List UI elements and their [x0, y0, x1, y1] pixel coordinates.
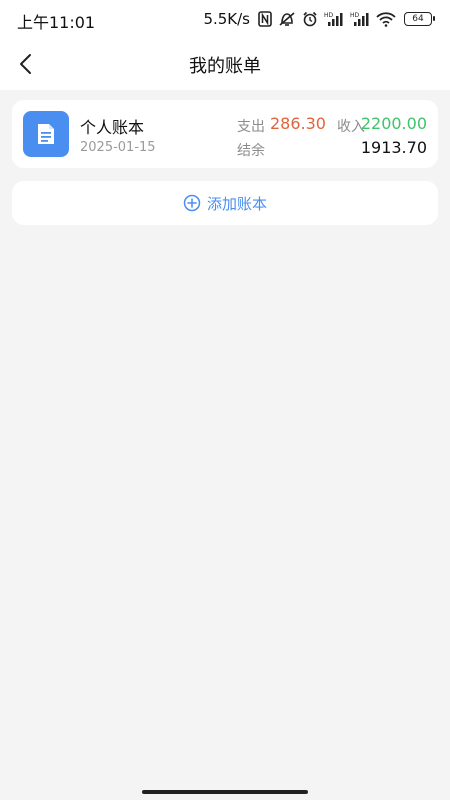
- ledger-card[interactable]: 个人账本 2025-01-15 支出 286.30 收入 2200.00 结余 …: [12, 100, 438, 168]
- nfc-icon: [258, 11, 272, 27]
- wifi-icon: [376, 12, 396, 27]
- ledger-name: 个人账本: [80, 118, 145, 137]
- expense-value: 286.30: [270, 114, 326, 133]
- page-title: 我的账单: [189, 56, 261, 77]
- balance-label: 结余: [237, 143, 265, 159]
- battery-level: 64: [412, 14, 424, 24]
- expense-label: 支出: [237, 119, 265, 135]
- battery-icon: 64: [404, 12, 435, 26]
- svg-text:HD: HD: [324, 12, 334, 19]
- home-indicator[interactable]: [142, 790, 308, 794]
- document-icon: [38, 124, 54, 144]
- ledger-date: 2025-01-15: [80, 140, 156, 155]
- ledger-icon-tile: [23, 111, 69, 157]
- plus-circle-icon: [183, 194, 201, 212]
- balance-value: 1913.70: [360, 138, 427, 157]
- income-value: 2200.00: [360, 114, 427, 133]
- status-time: 上午11:01: [17, 13, 96, 32]
- network-speed: 5.5K/s: [203, 10, 250, 28]
- alarm-icon: [303, 11, 317, 27]
- add-ledger-label: 添加账本: [206, 194, 267, 213]
- add-ledger-button[interactable]: 添加账本: [12, 181, 438, 225]
- status-icons: 5.5K/s HD HD 64: [203, 9, 435, 29]
- nav-bar: 我的账单: [0, 38, 450, 90]
- mute-icon: [279, 12, 295, 26]
- hd-signal-icon: HD: [350, 12, 369, 26]
- svg-text:HD: HD: [350, 12, 360, 19]
- hd-signal-icon: HD: [324, 12, 343, 26]
- status-bar: 上午11:01 5.5K/s HD HD 64: [0, 0, 450, 38]
